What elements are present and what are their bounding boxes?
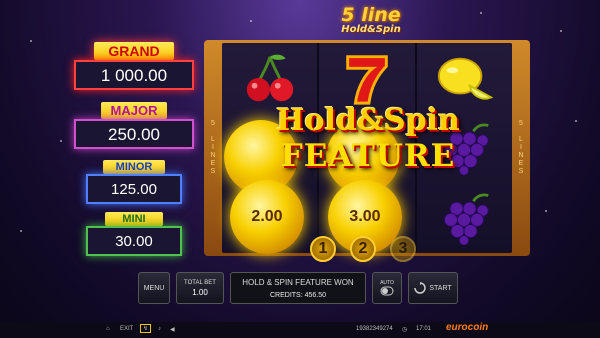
- time: 17:01: [416, 326, 432, 332]
- start-button[interactable]: START: [408, 272, 458, 304]
- grapes-symbol: [417, 183, 512, 253]
- seven-icon: [346, 55, 388, 105]
- message-panel: HOLD & SPIN FEATURE WON CREDITS: 456.50: [230, 272, 366, 304]
- coin-symbol: 2.00: [230, 180, 304, 254]
- total-bet-label: TOTAL BET: [184, 279, 216, 286]
- lines-indicator-left: 5 LINES: [204, 40, 222, 256]
- lemon-icon: [438, 57, 494, 100]
- feature-title: Hold&Spin: [276, 103, 460, 138]
- credits-text: CREDITS: 456.50: [269, 292, 327, 299]
- toggle-icon: [380, 286, 394, 296]
- coin-value: 2.00: [251, 208, 283, 225]
- total-bet-button[interactable]: TOTAL BET 1.00: [176, 272, 224, 304]
- jackpot-mini-label: MINI: [105, 212, 163, 226]
- lines-label-right: 5 LINES: [517, 120, 525, 176]
- feature-banner: Hold&Spin FEATURE: [232, 103, 504, 175]
- brand-logo: eurocoin: [446, 322, 489, 333]
- grapes-icon: [444, 193, 490, 246]
- home-icon[interactable]: ⌂: [106, 326, 110, 332]
- auto-button[interactable]: AUTO: [372, 272, 402, 304]
- game-id: 19382349274: [356, 326, 393, 332]
- jackpot-major-value: 250.00: [74, 119, 194, 149]
- menu-label: MENU: [143, 284, 165, 292]
- logo-title: 5 line: [341, 4, 401, 26]
- fast-mode-icon[interactable]: ↯: [140, 324, 152, 333]
- status-bar: ⌂ EXIT ↯ ♪ ◀ 19382349274 ◷ 17:01: [0, 322, 600, 338]
- jackpot-major-label: MAJOR: [101, 102, 167, 119]
- cherry-icon: [246, 54, 293, 102]
- jackpot-grand: GRAND 1 000.00: [74, 42, 194, 90]
- jackpot-minor-label: MINOR: [103, 160, 165, 174]
- jackpot-mini: MINI 30.00: [74, 212, 194, 256]
- total-bet-value: 1.00: [192, 287, 208, 297]
- volume-icon[interactable]: ◀: [170, 326, 175, 333]
- bonus-counter-2: 2: [350, 236, 376, 262]
- bonus-counter-3: 3: [390, 236, 416, 262]
- jackpot-minor-value: 125.00: [86, 174, 182, 204]
- message-text: HOLD & SPIN FEATURE WON: [242, 278, 354, 287]
- jackpot-mini-value: 30.00: [86, 226, 182, 256]
- clock-icon: ◷: [402, 327, 408, 333]
- feature-subtitle: FEATURE: [280, 138, 456, 174]
- menu-button[interactable]: MENU: [138, 272, 170, 304]
- bonus-counter-1: 1: [310, 236, 336, 262]
- exit-link[interactable]: EXIT: [120, 326, 133, 332]
- game-logo: 5 line Hold&Spin: [316, 4, 426, 36]
- lines-indicator-right: 5 LINES: [512, 40, 530, 256]
- sound-icon[interactable]: ♪: [158, 326, 161, 332]
- lines-label-left: 5 LINES: [209, 120, 217, 176]
- logo-subtitle: Hold&Spin: [341, 24, 401, 35]
- jackpot-minor: MINOR 125.00: [74, 160, 194, 204]
- coin-value: 3.00: [349, 208, 381, 225]
- jackpot-major: MAJOR 250.00: [74, 102, 194, 149]
- start-label: START: [429, 284, 452, 292]
- jackpot-grand-value: 1 000.00: [74, 60, 194, 90]
- spin-icon: [414, 282, 427, 294]
- jackpot-grand-label: GRAND: [94, 42, 174, 60]
